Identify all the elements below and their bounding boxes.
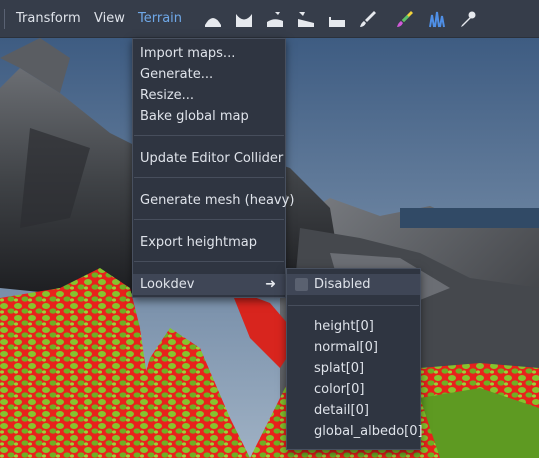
lookdev-item-color[interactable]: color[0]: [287, 379, 420, 400]
paint-brush-icon[interactable]: [357, 9, 379, 29]
grass-icon[interactable]: [426, 9, 448, 29]
menu-separator: [288, 305, 419, 306]
level-terrain-icon[interactable]: [295, 9, 317, 29]
menu-item-import-maps[interactable]: Import maps...: [133, 43, 285, 64]
flatten-terrain-icon[interactable]: [326, 9, 348, 29]
menu-item-resize[interactable]: Resize...: [133, 85, 285, 106]
raise-terrain-icon[interactable]: [202, 9, 224, 29]
menu-item-update-editor-collider[interactable]: Update Editor Collider: [133, 148, 285, 169]
menu-transform[interactable]: Transform: [16, 0, 81, 38]
menu-separator: [134, 135, 284, 136]
menu-terrain[interactable]: Terrain: [138, 0, 182, 38]
smooth-terrain-icon[interactable]: [264, 9, 286, 29]
menu-item-lookdev[interactable]: Lookdev ➜: [133, 274, 285, 295]
lookdev-disabled-option[interactable]: Disabled: [287, 274, 420, 295]
lookdev-submenu-popup: Disabled height[0] normal[0] splat[0] co…: [286, 268, 423, 450]
lower-terrain-icon[interactable]: [233, 9, 255, 29]
menu-item-export-heightmap[interactable]: Export heightmap: [133, 232, 285, 253]
checkbox-icon: [295, 278, 308, 291]
terrain-menu-popup: Import maps... Generate... Resize... Bak…: [132, 38, 294, 298]
menu-separator: [134, 219, 284, 220]
color-brush-icon[interactable]: [394, 9, 416, 29]
editor-menubar: Transform View Terrain: [0, 0, 539, 38]
lookdev-item-splat[interactable]: splat[0]: [287, 358, 420, 379]
lookdev-item-detail[interactable]: detail[0]: [287, 400, 420, 421]
menu-item-bake-global-map[interactable]: Bake global map: [133, 106, 285, 127]
menu-separator: [134, 177, 284, 178]
eyedropper-icon[interactable]: [457, 9, 479, 29]
lookdev-item-global-albedo[interactable]: global_albedo[0]: [287, 421, 423, 442]
menu-item-lookdev-label: Lookdev: [140, 277, 195, 292]
menu-item-generate-mesh[interactable]: Generate mesh (heavy): [133, 190, 294, 211]
menu-view[interactable]: View: [94, 0, 125, 38]
submenu-arrow-icon: ➜: [265, 277, 276, 292]
menu-item-generate[interactable]: Generate...: [133, 64, 285, 85]
menubar-divider: [4, 9, 5, 29]
lookdev-item-height[interactable]: height[0]: [287, 316, 420, 337]
menu-separator: [134, 261, 284, 262]
lookdev-item-normal[interactable]: normal[0]: [287, 337, 420, 358]
lookdev-disabled-label: Disabled: [314, 277, 371, 292]
